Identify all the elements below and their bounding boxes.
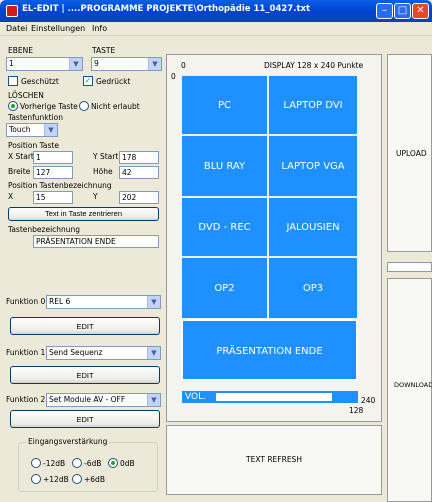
display-button-dvd-rec[interactable]: DVD - REC (181, 197, 268, 257)
gain-plus12-radio[interactable] (31, 474, 41, 484)
eingang-title: Eingangsverstärkung (26, 437, 110, 446)
display-button-laptop-vga[interactable]: LAPTOP VGA (268, 135, 358, 197)
tastenfunktion-select[interactable]: Touch ▼ (6, 123, 58, 137)
y-input[interactable]: 202 (119, 191, 159, 204)
funktion-2-select[interactable]: Set Module AV - OFF ▼ (46, 393, 161, 407)
position-taste-label: Position Taste (8, 141, 59, 150)
funktion-0-label: Funktion 0 (6, 297, 46, 306)
x-input[interactable]: 15 (33, 191, 73, 204)
nicht-erlaubt-radio[interactable] (79, 101, 89, 111)
minimize-icon[interactable]: – (376, 3, 393, 19)
hoehe-input[interactable]: 42 (119, 166, 159, 179)
volume-bar[interactable]: VOL. (182, 391, 358, 403)
tastenfunktion-value: Touch (9, 125, 31, 134)
display-button-pc[interactable]: PC (181, 75, 268, 135)
ebene-label: EBENE (8, 46, 33, 55)
ystart-label: Y Start (93, 152, 119, 161)
gain-plus12-label: +12dB (43, 475, 69, 484)
maximize-icon[interactable]: □ (394, 3, 411, 19)
display-button-praesentation-ende[interactable]: PRÄSENTATION ENDE (181, 319, 358, 381)
taste-value: 9 (94, 59, 99, 68)
loeschen-label: LÖSCHEN (8, 91, 44, 100)
ebene-value: 1 (9, 59, 14, 68)
gain-minus12-label: -12dB (43, 459, 66, 468)
tastenfunktion-label: Tastenfunktion (8, 113, 64, 122)
display-origin-x: 0 (181, 61, 186, 70)
volume-fill (216, 393, 332, 401)
nicht-erlaubt-label: Nicht erlaubt (91, 102, 140, 111)
display-button-jalousien[interactable]: JALOUSIEN (268, 197, 358, 257)
volume-label: VOL. (185, 392, 206, 402)
breite-label: Breite (8, 167, 31, 176)
gedrueckt-label: Gedrückt (96, 77, 131, 86)
chevron-down-icon: ▼ (147, 394, 160, 406)
gain-minus6-label: -6dB (84, 459, 102, 468)
x-label: X (8, 192, 14, 201)
menu-info[interactable]: Info (92, 24, 107, 33)
text-refresh-button[interactable]: TEXT REFRESH (166, 425, 382, 495)
display-button-blu-ray[interactable]: BLU RAY (181, 135, 268, 197)
funktion-2-value: Set Module AV - OFF (49, 395, 126, 404)
chevron-down-icon: ▼ (148, 58, 161, 70)
funktion-0-edit-button[interactable]: EDIT (10, 317, 160, 335)
funktion-0-value: REL 6 (49, 297, 71, 306)
app-window: EL-EDIT | ....PROGRAMME PROJEKTE\Orthopä… (0, 0, 432, 502)
funktion-1-label: Funktion 1 (6, 348, 46, 357)
chevron-down-icon: ▼ (147, 296, 160, 308)
funktion-1-edit-button[interactable]: EDIT (10, 366, 160, 384)
pos-bez-label: Position Tastenbezeichnung (8, 181, 112, 190)
ystart-input[interactable]: 178 (119, 151, 159, 164)
display-header: DISPLAY 128 x 240 Punkte (264, 61, 364, 70)
title-bar[interactable]: EL-EDIT | ....PROGRAMME PROJEKTE\Orthopä… (0, 0, 432, 22)
chevron-down-icon: ▼ (69, 58, 82, 70)
geschuetzt-label: Geschützt (21, 77, 59, 86)
vorherige-radio[interactable] (8, 101, 18, 111)
gedrueckt-checkbox[interactable]: ✓ (83, 76, 93, 86)
upload-button[interactable]: UPLOAD (387, 54, 432, 252)
menu-einstellungen[interactable]: Einstellungen (31, 24, 85, 33)
progress-bar (387, 262, 432, 272)
display-origin-y: 0 (171, 72, 176, 81)
display-button-op2[interactable]: OP2 (181, 257, 268, 319)
y-label: Y (93, 192, 98, 201)
display-button-op3[interactable]: OP3 (268, 257, 358, 319)
menu-datei[interactable]: Datei (6, 24, 27, 33)
funktion-1-select[interactable]: Send Sequenz ▼ (46, 346, 161, 360)
close-icon[interactable]: ✕ (412, 3, 429, 19)
gain-minus12-radio[interactable] (31, 458, 41, 468)
breite-input[interactable]: 127 (33, 166, 73, 179)
funktion-2-edit-button[interactable]: EDIT (10, 410, 160, 428)
vorherige-label: Vorherige Taste (20, 102, 78, 111)
gain-minus6-radio[interactable] (72, 458, 82, 468)
funktion-1-value: Send Sequenz (49, 348, 103, 357)
display-button-laptop-dvi[interactable]: LAPTOP DVI (268, 75, 358, 135)
xstart-label: X Start (8, 152, 34, 161)
window-title: EL-EDIT | ....PROGRAMME PROJEKTE\Orthopä… (22, 4, 311, 14)
funktion-0-select[interactable]: REL 6 ▼ (46, 295, 161, 309)
xstart-input[interactable]: 1 (33, 151, 73, 164)
gain-0-radio[interactable] (108, 458, 118, 468)
hoehe-label: Höhe (93, 167, 113, 176)
gain-plus6-radio[interactable] (72, 474, 82, 484)
display-max-x: 128 (349, 406, 364, 415)
funktion-2-label: Funktion 2 (6, 395, 46, 404)
chevron-down-icon: ▼ (44, 124, 57, 136)
center-text-button[interactable]: Text in Taste zentrieren (8, 207, 159, 221)
tastenbez-label: Tastenbezeichnung (8, 225, 81, 234)
taste-label: TASTE (92, 46, 116, 55)
gain-0-label: 0dB (120, 459, 135, 468)
menu-bar: Datei Einstellungen Info (0, 22, 432, 36)
tastenbez-input[interactable]: PRÄSENTATION ENDE (33, 235, 159, 248)
display-max-y: 240 (361, 396, 376, 405)
geschuetzt-checkbox[interactable] (8, 76, 18, 86)
app-icon (6, 5, 18, 17)
gain-plus6-label: +6dB (84, 475, 105, 484)
chevron-down-icon: ▼ (147, 347, 160, 359)
download-button[interactable]: DOWNLOAD (387, 278, 432, 502)
taste-select[interactable]: 9 ▼ (91, 57, 162, 71)
ebene-select[interactable]: 1 ▼ (6, 57, 83, 71)
